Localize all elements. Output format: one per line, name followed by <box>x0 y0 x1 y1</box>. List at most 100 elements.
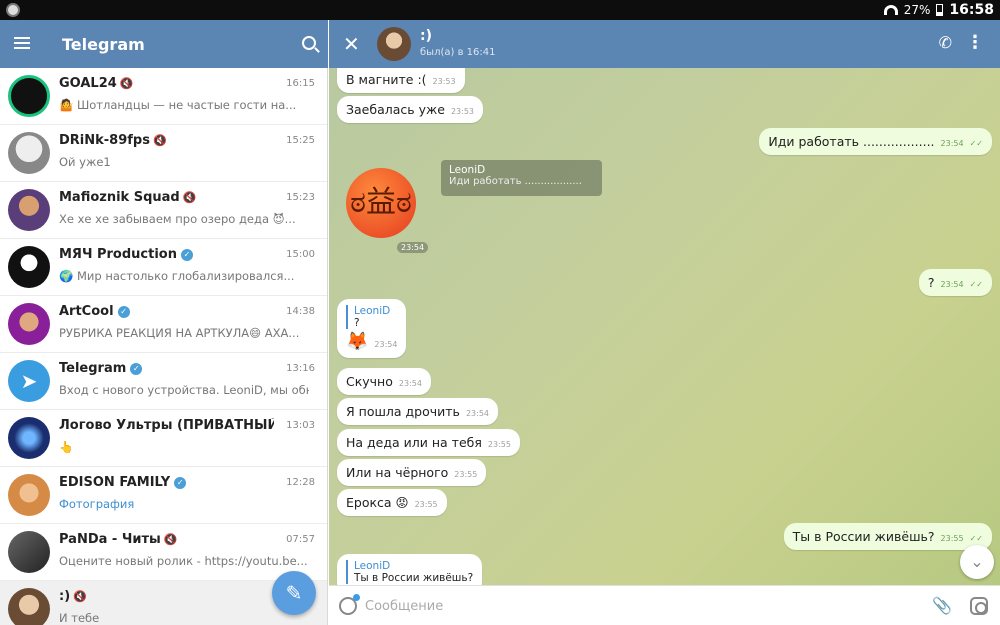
chat-item-logovo[interactable]: Логово Ультры (ПРИВАТНЫЙ С... 13:03 👆 <box>0 410 327 467</box>
chat-preview: Фотография <box>59 497 135 511</box>
chat-preview: Оцените новый ролик - https://youtu.be..… <box>59 554 308 568</box>
message-incoming[interactable]: Я пошла дрочить 23:54 <box>337 398 498 425</box>
message-input[interactable] <box>365 594 865 618</box>
chat-item-edison[interactable]: EDISON FAMILY ✓ 12:28 Фотография <box>0 467 327 524</box>
chat-name: Логово Ультры (ПРИВАТНЫЙ С... <box>59 418 274 433</box>
avatar <box>8 417 50 459</box>
avatar <box>8 531 50 573</box>
camera-icon[interactable] <box>970 597 988 615</box>
message-incoming[interactable]: LeoniD ? 🦊 23:54 <box>337 299 407 358</box>
muted-icon: 🔇 <box>163 533 178 546</box>
avatar <box>8 588 50 625</box>
chat-time: 16:15 <box>286 78 315 89</box>
message-outgoing[interactable]: Иди работать .................. 23:54 ✓✓ <box>759 128 992 155</box>
read-checks-icon: ✓✓ <box>969 139 983 148</box>
chat-item-goal24[interactable]: GOAL24 🔇 16:15 🤷 Шотландцы — не частые го… <box>0 68 327 125</box>
reply-quote[interactable]: LeoniD Ты в России живёшь? <box>346 560 473 584</box>
chat-time: 13:03 <box>286 420 315 431</box>
chat-preview: Хе хе хе забываем про озеро деда 😈... <box>59 212 296 226</box>
avatar[interactable] <box>377 27 411 61</box>
more-options-icon[interactable]: ⋮ <box>966 32 984 53</box>
phone-icon[interactable]: ✆ <box>939 33 952 52</box>
chat-name: DRiNk-89fps <box>59 133 150 148</box>
chat-time: 12:28 <box>286 477 315 488</box>
close-icon[interactable]: ✕ <box>343 32 360 56</box>
hamburger-menu-icon[interactable] <box>14 37 30 49</box>
scroll-down-chevron-icon[interactable]: ⌄ <box>960 545 994 579</box>
avatar <box>8 75 50 117</box>
system-logo-icon <box>6 3 20 17</box>
chat-time: 13:16 <box>286 363 315 374</box>
clock: 16:58 <box>949 2 994 18</box>
app-title: Telegram <box>62 35 145 54</box>
chat-preview: Вход с нового устройства. LeoniD, мы обн… <box>59 383 309 397</box>
chat-item-artcool[interactable]: ArtCool ✓ 14:38 РУБРИКА РЕАКЦИЯ НА АРТКУЛ… <box>0 296 327 353</box>
chat-item-panda[interactable]: PaNDa - Читы 🔇 07:57 Оцените новый ролик … <box>0 524 327 581</box>
chat-preview: 🌍 Мир настолько глобализировался... <box>59 269 295 283</box>
avatar <box>8 132 50 174</box>
search-icon[interactable] <box>302 36 316 50</box>
angry-face-sticker[interactable]: ಠ益ಠ <box>346 168 416 238</box>
muted-icon: 🔇 <box>152 134 167 147</box>
battery-icon <box>936 4 944 16</box>
chat-name: МЯЧ Production <box>59 247 177 262</box>
avatar <box>8 246 50 288</box>
chat-time: 07:57 <box>286 534 315 545</box>
chat-name: Mafioznik Squad <box>59 190 180 205</box>
message-incoming[interactable]: Или на чёрного 23:55 <box>337 459 487 486</box>
message-area[interactable]: В магните :(23:53 Заебалась уже 23:53 Иди… <box>329 68 1000 585</box>
battery-percent: 27% <box>903 3 931 17</box>
chat-name: Telegram <box>59 361 127 376</box>
chat-title[interactable]: :) <box>420 28 432 44</box>
chat-time: 14:38 <box>286 306 315 317</box>
message-outgoing[interactable]: ? 23:54 ✓✓ <box>918 269 992 296</box>
chat-preview: Ой уже1 <box>59 155 111 169</box>
message-incoming[interactable]: Ерокса 😡 23:55 <box>337 489 447 516</box>
message-incoming[interactable]: Заебалась уже 23:53 <box>337 96 484 123</box>
verified-icon: ✓ <box>117 306 130 318</box>
avatar: ➤ <box>8 360 50 402</box>
chat-header: ✕ :) был(а) в 16:41 ✆ ⋮ <box>329 20 1000 68</box>
message-incoming[interactable]: На деда или на тебя 23:55 <box>337 429 520 456</box>
muted-icon: 🔇 <box>73 590 87 603</box>
chat-time: 15:00 <box>286 249 315 260</box>
message-incoming[interactable]: В магните :(23:53 <box>337 68 465 93</box>
chat-preview: 🤷 Шотландцы — не частые гости на... <box>59 98 297 112</box>
sticker-time: 23:54 <box>397 242 429 253</box>
chat-name: EDISON FAMILY <box>59 475 171 490</box>
chat-item-myach[interactable]: МЯЧ Production ✓ 15:00 🌍 Мир настолько гл… <box>0 239 327 296</box>
chat-list: GOAL24 🔇 16:15 🤷 Шотландцы — не частые го… <box>0 68 328 625</box>
chat-preview: И тебе <box>59 611 100 625</box>
read-checks-icon: ✓✓ <box>969 534 983 543</box>
chat-preview: 👆 <box>59 440 74 454</box>
sidebar-header: Telegram <box>0 20 328 68</box>
message-incoming[interactable]: Скучно 23:54 <box>337 368 431 395</box>
attach-icon[interactable]: 📎 <box>932 596 952 615</box>
verified-icon: ✓ <box>130 363 143 375</box>
status-bar: 27% 16:58 <box>0 0 1000 20</box>
emoji-sticker-icon[interactable] <box>339 594 360 615</box>
avatar <box>8 189 50 231</box>
wifi-icon <box>883 5 898 15</box>
chat-preview: РУБРИКА РЕАКЦИЯ НА АРТКУЛА😄 АХА... <box>59 326 300 340</box>
chat-item-drink[interactable]: DRiNk-89fps 🔇 15:25 Ой уже1 <box>0 125 327 182</box>
avatar <box>8 474 50 516</box>
sticker-reply-preview[interactable]: LeoniD Иди работать .................. <box>441 160 602 196</box>
verified-icon: ✓ <box>174 477 187 489</box>
chat-name: :) <box>59 589 71 604</box>
message-outgoing[interactable]: Ты в России живёшь? 23:55 ✓✓ <box>783 523 992 550</box>
muted-icon: 🔇 <box>119 77 134 90</box>
verified-icon: ✓ <box>180 249 193 261</box>
compose-pencil-icon[interactable]: ✎ <box>272 571 316 615</box>
muted-icon: 🔇 <box>182 191 197 204</box>
reply-quote[interactable]: LeoniD ? <box>346 305 397 329</box>
chat-time: 15:25 <box>286 135 315 146</box>
message-composer: 📎 <box>329 585 1000 625</box>
chat-time: 15:23 <box>286 192 315 203</box>
message-incoming[interactable]: LeoniD Ты в России живёшь? <box>337 554 483 585</box>
last-seen: был(а) в 16:41 <box>420 47 496 58</box>
chat-item-telegram[interactable]: ➤ Telegram ✓ 13:16 Вход с нового устройст… <box>0 353 327 410</box>
chat-item-mafioznik[interactable]: Mafioznik Squad 🔇 15:23 Хе хе хе забываем… <box>0 182 327 239</box>
read-checks-icon: ✓✓ <box>969 280 983 289</box>
avatar <box>8 303 50 345</box>
